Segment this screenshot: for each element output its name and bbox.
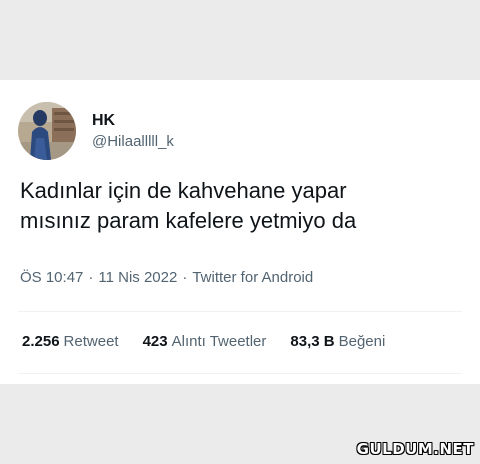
retweet-label: Retweet <box>63 333 119 350</box>
quote-label: Alıntı Tweetler <box>171 333 267 350</box>
meta-separator: · <box>182 269 188 286</box>
tweet-source[interactable]: Twitter for Android <box>192 269 313 286</box>
tweet-stats: 2.256 Retweet 423 Alıntı Tweetler 83,3 B Be… <box>22 332 462 352</box>
quote-stat[interactable]: 423 Alıntı Tweetler <box>143 332 267 352</box>
tweet-text: Kadınlar için de kahvehane yapar mısınız… <box>20 178 357 233</box>
meta-separator: · <box>88 269 94 286</box>
author-names: HK @Hilaalllll_k <box>92 111 174 152</box>
quote-count: 423 <box>142 333 168 350</box>
display-name[interactable]: HK <box>92 111 174 131</box>
divider <box>18 373 462 374</box>
tweet-date[interactable]: 11 Nis 2022 <box>98 269 177 286</box>
watermark: GULDUM.NET <box>356 440 474 458</box>
tweet-time[interactable]: ÖS 10:47 <box>20 269 83 286</box>
retweet-stat[interactable]: 2.256 Retweet <box>22 332 119 352</box>
like-label: Beğeni <box>338 333 386 350</box>
user-handle[interactable]: @Hilaalllll_k <box>92 132 174 152</box>
like-stat[interactable]: 83,3 B Beğeni <box>290 332 385 352</box>
retweet-count: 2.256 <box>22 333 60 350</box>
tweet-meta: ÖS 10:47 · 11 Nis 2022 · Twitter for Android <box>20 268 313 288</box>
tweet-card: HK @Hilaalllll_k Kadınlar için de kahveh… <box>0 80 480 384</box>
tweet-author[interactable]: HK @Hilaalllll_k <box>18 102 174 160</box>
avatar[interactable] <box>18 102 76 160</box>
avatar-image <box>18 102 76 160</box>
like-count: 83,3 B <box>290 333 335 350</box>
divider <box>18 311 462 312</box>
